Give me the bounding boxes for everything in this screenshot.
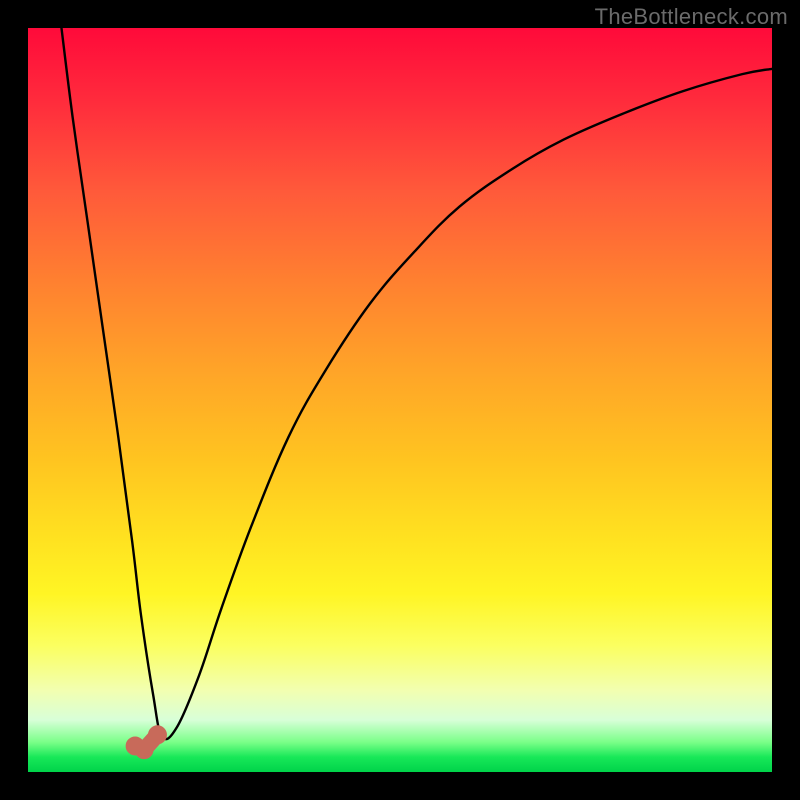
trough-marker — [135, 741, 153, 759]
plot-area — [28, 28, 772, 772]
trough-marker — [148, 726, 166, 744]
bottleneck-curve — [28, 28, 772, 772]
curve-line — [61, 28, 772, 739]
chart-frame: TheBottleneck.com — [0, 0, 800, 800]
curve-markers — [126, 726, 166, 759]
watermark-text: TheBottleneck.com — [595, 4, 788, 30]
